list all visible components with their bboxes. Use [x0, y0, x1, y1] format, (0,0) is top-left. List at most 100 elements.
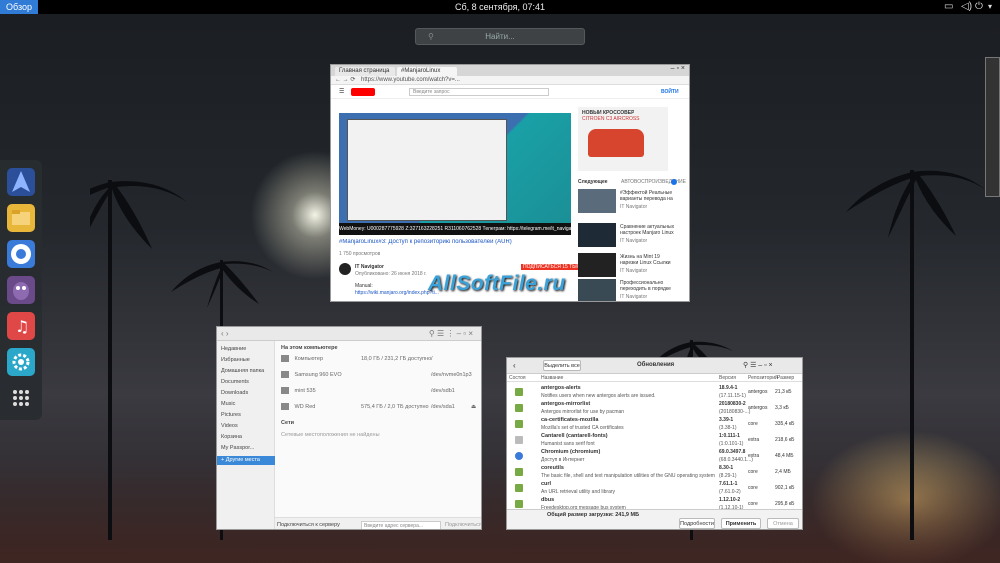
menu-icon[interactable]: ☰ [339, 88, 344, 95]
description-link[interactable]: https://wiki.manjaro.org/index.php?ti... [355, 290, 439, 296]
select-all-button[interactable]: Выделить все [543, 360, 581, 371]
clock[interactable]: Сб, 8 сентября, 07:41 [0, 0, 1000, 14]
view-count: 1 750 просмотров [339, 251, 381, 257]
related-title[interactable]: Сравнение актуальных настроек Manjaro Li… [620, 224, 678, 236]
updates-footer: Общий размер загрузки: 241,9 МБ Подробно… [507, 509, 802, 529]
pidgin-icon[interactable] [7, 276, 35, 304]
package-version: 20180830-2 [719, 401, 746, 407]
server-address-input[interactable]: Введите адрес сервера... [361, 521, 441, 529]
sidebar-item-trash[interactable]: Корзина [221, 433, 275, 442]
sidebar-item-starred[interactable]: Избранные [221, 356, 275, 365]
back-icon[interactable]: ‹ › [221, 329, 229, 338]
tab-2[interactable]: #ManjaroLinux [397, 67, 457, 76]
sidebar-item-music[interactable]: Music [221, 400, 275, 409]
autoplay-toggle[interactable] [671, 179, 677, 185]
package-size: 2,4 МБ [775, 469, 791, 475]
related-title[interactable]: Жизнь на Mint 19 нарезки Linux Ссылки [620, 254, 678, 266]
package-row[interactable]: antergos-alerts Notifies users when new a… [507, 384, 802, 400]
package-version: 1.12.10-2 [719, 497, 741, 503]
col-name[interactable]: Название [541, 374, 563, 382]
antergos-icon[interactable] [7, 168, 35, 196]
location-row[interactable]: Samsung 960 EVO /dev/nvme0n1p3 [281, 370, 477, 381]
eject-icon[interactable]: ⏏ [471, 402, 476, 413]
package-row[interactable]: Chromium (chromium) Доступ в Интернет 69.0… [507, 448, 802, 464]
youtube-search-input[interactable]: Введите запрос [409, 88, 549, 96]
package-repo: core [748, 469, 758, 475]
package-name: ca-certificates-mozilla [541, 417, 599, 423]
video-title[interactable]: #ManjaroLinux#3: Доступ к репозиторию по… [339, 239, 571, 245]
package-row[interactable]: curl An URL retrieval utility and library… [507, 480, 802, 496]
location-row[interactable]: Компьютер 18,0 ГБ / 231,2 ГБ доступно / [281, 354, 477, 365]
col-state[interactable]: Состоя [509, 374, 526, 382]
package-row[interactable]: Cantarell (cantarell-fonts) Humanist sans… [507, 432, 802, 448]
channel-name[interactable]: IT Navigator [355, 264, 384, 270]
power-icon[interactable]: ⏻ [975, 1, 983, 13]
related-title[interactable]: #Эффектой Реальные варианты перевода на [620, 190, 678, 202]
apply-button[interactable]: Применить [721, 518, 761, 529]
location-row[interactable]: mint 535 /dev/sdb1 [281, 386, 477, 397]
window-controls[interactable]: – ▫ × [671, 65, 685, 72]
sidebar-item-videos[interactable]: Videos [221, 422, 275, 431]
nav-back-icon[interactable]: ← → ⟳ [335, 76, 355, 85]
package-version: 8.30-1 [719, 465, 734, 471]
connect-button[interactable]: Подключиться [445, 518, 481, 529]
related-thumb[interactable] [578, 253, 616, 277]
back-icon[interactable]: ‹ [513, 361, 516, 370]
browser-window[interactable]: Главная страница #ManjaroLinux – ▫ × ← →… [330, 64, 690, 302]
details-button[interactable]: Подробности [679, 518, 715, 529]
sidebar-item-documents[interactable]: Documents [221, 378, 275, 387]
updates-window[interactable]: ‹ Выделить все Обновления ⚲ ☰ – ▫ × Сост… [506, 357, 803, 530]
package-row[interactable]: antergos-mirrorlist Antergos mirrorlist f… [507, 400, 802, 416]
package-icon [515, 500, 523, 508]
package-old-version: (3.38-1) [719, 425, 737, 431]
sidebar-item-downloads[interactable]: Downloads [221, 389, 275, 398]
section-networks: Сети [281, 420, 295, 426]
display-icon[interactable]: ▭ [944, 1, 953, 13]
package-size: 218,6 кБ [775, 437, 795, 443]
video-screenshot [347, 119, 507, 221]
sidebar-item-home[interactable]: Домашняя папка [221, 367, 275, 376]
sidebar-item-pictures[interactable]: Pictures [221, 411, 275, 420]
sidebar-item-other-locations[interactable]: + Другие места [217, 456, 275, 465]
cancel-button[interactable]: Отмена [767, 518, 799, 529]
window-controls[interactable]: ⚲ ☰ – ▫ × [743, 361, 773, 369]
related-thumb[interactable] [578, 223, 616, 247]
channel-avatar[interactable] [339, 263, 351, 275]
files-window[interactable]: ‹ › ⚲ ☰ ⋮ – ▫ × Недавние Избранные Домаш… [216, 326, 482, 530]
location-row[interactable]: WD Red 575,4 ГБ / 2,0 ТБ доступно /dev/s… [281, 402, 477, 413]
volume-icon[interactable]: ◁) [961, 1, 972, 13]
system-menu-arrow-icon[interactable]: ▾ [988, 1, 992, 13]
address-bar[interactable]: ← → ⟳ https://www.youtube.com/watch?v=..… [331, 76, 689, 85]
files-icon[interactable] [7, 204, 35, 232]
chromium-icon[interactable] [7, 240, 35, 268]
drive-icon [281, 371, 289, 379]
music-icon[interactable]: ♫ [7, 312, 35, 340]
video-player[interactable]: WebMoney: U000287775928 Z:327163228251 R… [339, 113, 571, 235]
signin-button[interactable]: ВОЙТИ [661, 89, 679, 95]
ad-banner[interactable]: НОВЫЙ КРОССОВЕР CITROËN C3 AIRCROSS [578, 107, 668, 171]
package-row[interactable]: coreutils The basic file, shell and text … [507, 464, 802, 480]
tab-bar: Главная страница #ManjaroLinux – ▫ × [331, 65, 689, 76]
watermark: AllSoftFile.ru [428, 272, 566, 295]
package-version: 69.0.3497.8 [719, 449, 746, 455]
subscribe-button[interactable]: ПОДПИСАТЬСЯ 15 ТЫС. [521, 264, 584, 270]
search-input[interactable]: ⚲ Найти... [415, 28, 585, 45]
settings-icon[interactable] [7, 348, 35, 376]
tab-1[interactable]: Главная страница [335, 67, 395, 76]
col-version[interactable]: Версия [719, 374, 736, 382]
related-thumb[interactable] [578, 189, 616, 213]
related-thumb[interactable] [578, 279, 616, 301]
related-title[interactable]: Профессионально переходить в порядке [620, 280, 678, 292]
workspace-thumbnail[interactable] [985, 57, 1000, 197]
package-repo: extra [748, 437, 760, 443]
col-repo[interactable]: Репозиторий [748, 374, 778, 382]
sidebar-item-passport[interactable]: My Passpor... [221, 444, 275, 453]
package-old-version: (8.29-1) [719, 473, 737, 479]
app-grid-icon[interactable] [7, 384, 35, 412]
package-row[interactable]: ca-certificates-mozilla Mozilla's set of … [507, 416, 802, 432]
youtube-logo[interactable] [351, 88, 375, 96]
sidebar-item-recent[interactable]: Недавние [221, 345, 275, 354]
window-controls[interactable]: ⚲ ☰ ⋮ – ▫ × [429, 329, 473, 338]
col-size[interactable]: Размер [777, 374, 794, 382]
channel-date: Опубликовано: 26 июня 2018 г. [355, 271, 427, 277]
